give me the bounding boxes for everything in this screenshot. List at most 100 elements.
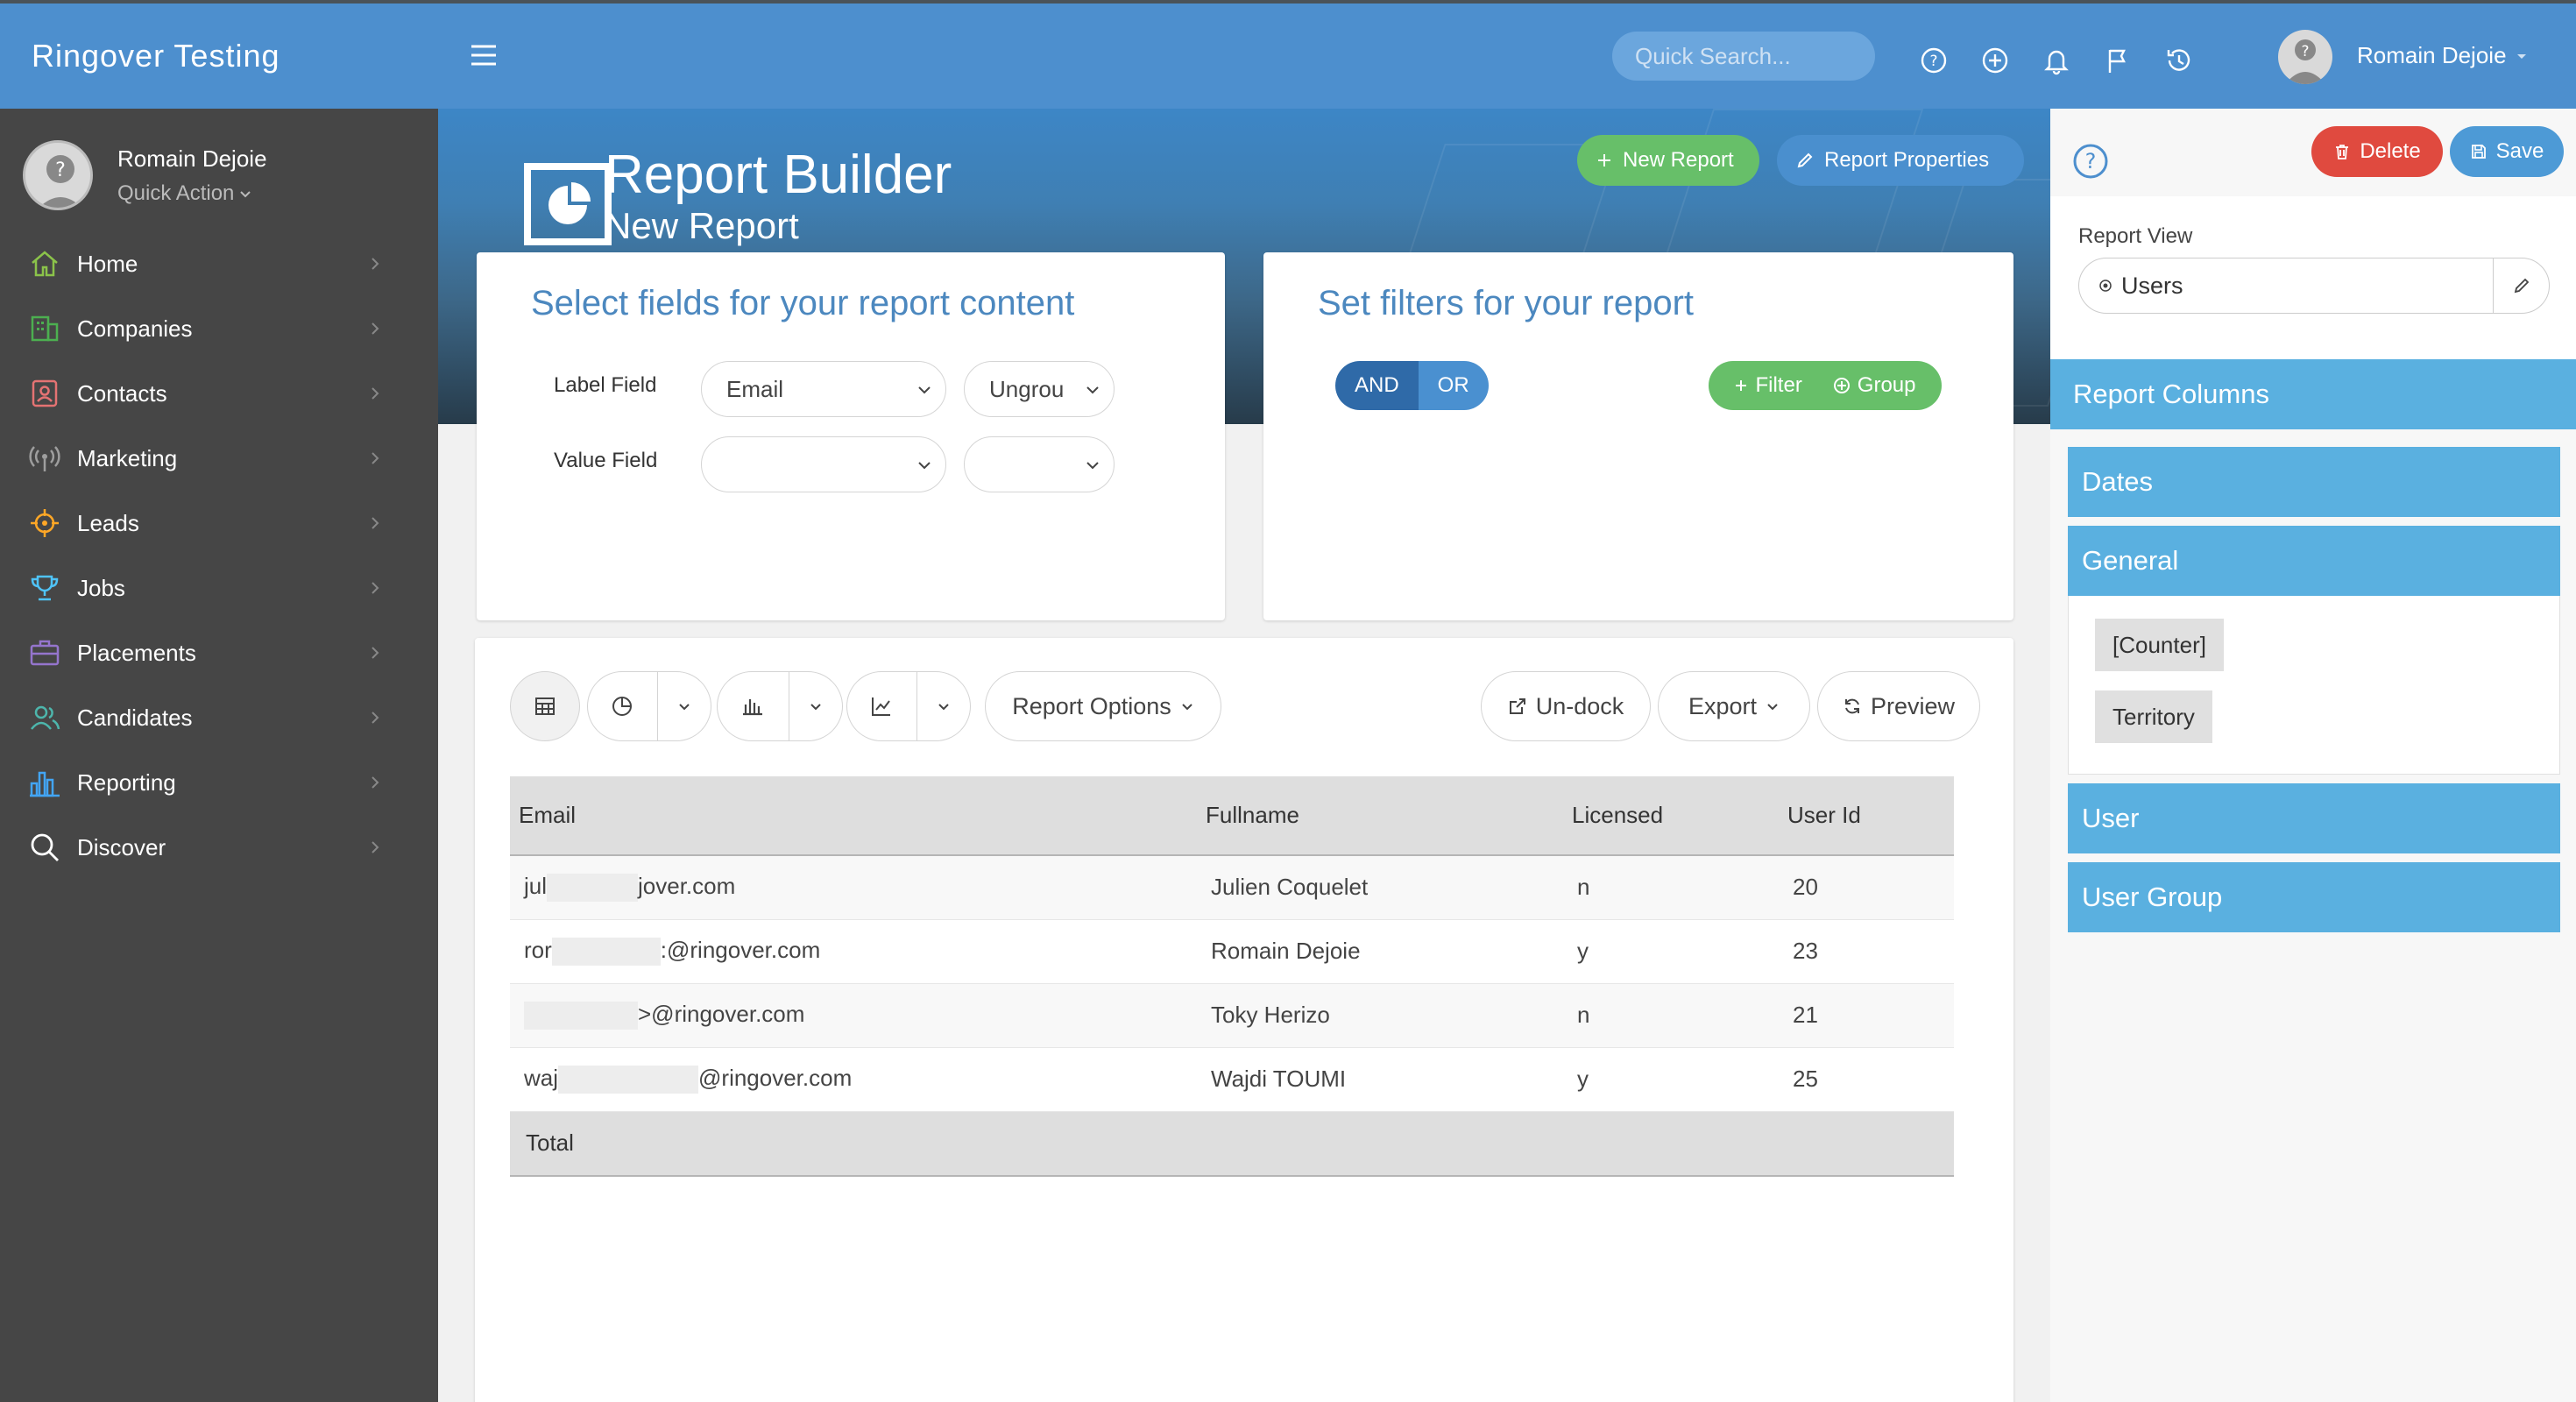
sidebar-item-home[interactable]: Home: [0, 231, 438, 296]
help-icon[interactable]: ?: [1919, 46, 1949, 75]
trophy-icon: [28, 571, 61, 605]
add-group-button[interactable]: Group: [1833, 373, 1916, 398]
section-user[interactable]: User: [2068, 783, 2560, 853]
report-view-field[interactable]: Users: [2078, 258, 2550, 314]
value-field-select[interactable]: [701, 436, 946, 492]
column-header[interactable]: Email: [510, 776, 1197, 856]
report-view-value: Users: [2121, 272, 2183, 299]
value-group-select[interactable]: [964, 436, 1115, 492]
sidebar-item-label: Marketing: [77, 444, 178, 471]
sidebar-item-contacts[interactable]: Contacts: [0, 361, 438, 426]
delete-button[interactable]: Delete: [2311, 126, 2443, 177]
section-general[interactable]: General: [2068, 526, 2560, 596]
pie-chart-dropdown[interactable]: [656, 672, 711, 740]
sidebar-item-candidates[interactable]: Candidates: [0, 685, 438, 750]
or-button[interactable]: OR: [1418, 361, 1489, 410]
pie-chart-button[interactable]: [588, 672, 657, 740]
report-options-label: Report Options: [1012, 692, 1171, 719]
report-settings-panel: ? Delete Save Report View Users Report C…: [2050, 109, 2576, 1402]
email-cell: waj @ringover.com: [510, 1047, 1197, 1112]
export-button[interactable]: Export: [1658, 671, 1810, 741]
pie-chart-icon: [610, 694, 634, 719]
column-header[interactable]: Licensed: [1563, 776, 1779, 856]
licensed-cell: y: [1563, 919, 1779, 984]
report-results-card: Report Options Un-dock Export Preview Em…: [475, 638, 2013, 1402]
table-row[interactable]: ror:@ringover.com Romain Dejoie y 23: [510, 919, 1954, 984]
chevron-down-icon: [936, 698, 952, 714]
add-circle-icon[interactable]: [1980, 46, 2010, 75]
sidebar-item-jobs[interactable]: Jobs: [0, 556, 438, 620]
line-chart-button[interactable]: [847, 672, 916, 740]
section-dates[interactable]: Dates: [2068, 447, 2560, 517]
sidebar-item-marketing[interactable]: Marketing: [0, 426, 438, 491]
bar-chart-dropdown[interactable]: [788, 672, 842, 740]
pencil-icon: [2512, 276, 2531, 295]
undock-label: Un-dock: [1535, 692, 1624, 719]
report-properties-button[interactable]: Report Properties: [1777, 135, 2024, 186]
avatar[interactable]: ?: [23, 140, 93, 210]
chevron-right-icon: [368, 775, 382, 790]
report-logo-icon: [524, 163, 612, 245]
edit-report-view-button[interactable]: [2493, 258, 2549, 314]
quick-action-dropdown[interactable]: Quick Action: [117, 181, 267, 206]
trash-icon: [2333, 143, 2351, 160]
sidebar-item-discover[interactable]: Discover: [0, 815, 438, 880]
bar-chart-button[interactable]: [718, 672, 789, 740]
user-menu[interactable]: Romain Dejoie: [2357, 42, 2528, 69]
table-row[interactable]: jul jover.com Julien Coquelet n 20: [510, 855, 1954, 920]
refresh-icon: [1843, 697, 1862, 716]
general-columns-list: [Counter] Territory: [2068, 596, 2560, 775]
user-avatar[interactable]: ?: [2278, 30, 2332, 84]
save-button[interactable]: Save: [2450, 126, 2564, 177]
table-row[interactable]: >@ringover.com Toky Herizo n 21: [510, 983, 1954, 1048]
email-suffix: :@ringover.com: [660, 936, 821, 963]
table-row[interactable]: waj @ringover.com Wajdi TOUMI y 25: [510, 1047, 1954, 1112]
label-field-select[interactable]: Email: [701, 361, 946, 417]
brand-title[interactable]: Ringover Testing: [32, 38, 280, 74]
label-group-select[interactable]: Ungrou: [964, 361, 1115, 417]
fullname-cell: Romain Dejoie: [1197, 919, 1563, 984]
bell-icon[interactable]: [2042, 46, 2071, 75]
history-icon[interactable]: [2164, 46, 2194, 75]
chevron-right-icon: [368, 322, 382, 336]
redacted-text: [524, 1002, 638, 1030]
svg-text:?: ?: [1929, 53, 1937, 70]
sidebar-item-reporting[interactable]: Reporting: [0, 750, 438, 815]
hamburger-menu-icon[interactable]: [470, 44, 498, 67]
column-header[interactable]: User Id: [1779, 776, 1954, 856]
new-report-button[interactable]: New Report: [1577, 135, 1759, 186]
chevron-down-icon: [808, 698, 824, 714]
sidebar-item-label: Leads: [77, 509, 139, 536]
undock-button[interactable]: Un-dock: [1481, 671, 1651, 741]
sidebar-item-placements[interactable]: Placements: [0, 620, 438, 685]
line-chart-split-button: [846, 671, 971, 741]
caret-down-icon: [2516, 50, 2528, 62]
briefcase-icon: [28, 636, 61, 669]
sidebar-item-label: Jobs: [77, 574, 125, 601]
add-filter-button[interactable]: Filter: [1734, 373, 1802, 398]
chevron-right-icon: [368, 711, 382, 725]
pie-chart-split-button: [587, 671, 711, 741]
column-header[interactable]: Fullname: [1197, 776, 1563, 856]
chevron-down-icon: [1766, 699, 1780, 713]
page-subtitle: New Report: [605, 205, 799, 246]
fullname-cell: Wajdi TOUMI: [1197, 1047, 1563, 1112]
sidebar-item-leads[interactable]: Leads: [0, 491, 438, 556]
and-button[interactable]: AND: [1335, 361, 1419, 410]
save-icon: [2470, 143, 2488, 160]
report-options-button[interactable]: Report Options: [985, 671, 1221, 741]
quick-action-label: Quick Action: [117, 181, 235, 205]
label-group-value: Ungrou: [989, 375, 1065, 402]
column-chip-counter[interactable]: [Counter]: [2095, 619, 2224, 671]
flag-icon[interactable]: [2103, 46, 2133, 75]
sidebar-item-companies[interactable]: Companies: [0, 296, 438, 361]
help-icon[interactable]: ?: [2071, 142, 2110, 181]
user-id-cell: 23: [1779, 919, 1954, 984]
preview-button[interactable]: Preview: [1817, 671, 1980, 741]
page-title: Report Builder: [605, 145, 952, 205]
section-user-group[interactable]: User Group: [2068, 862, 2560, 932]
line-chart-dropdown[interactable]: [916, 672, 970, 740]
column-chip-territory[interactable]: Territory: [2095, 690, 2212, 743]
quick-search-input[interactable]: [1612, 32, 1875, 81]
table-view-button[interactable]: [510, 671, 580, 741]
